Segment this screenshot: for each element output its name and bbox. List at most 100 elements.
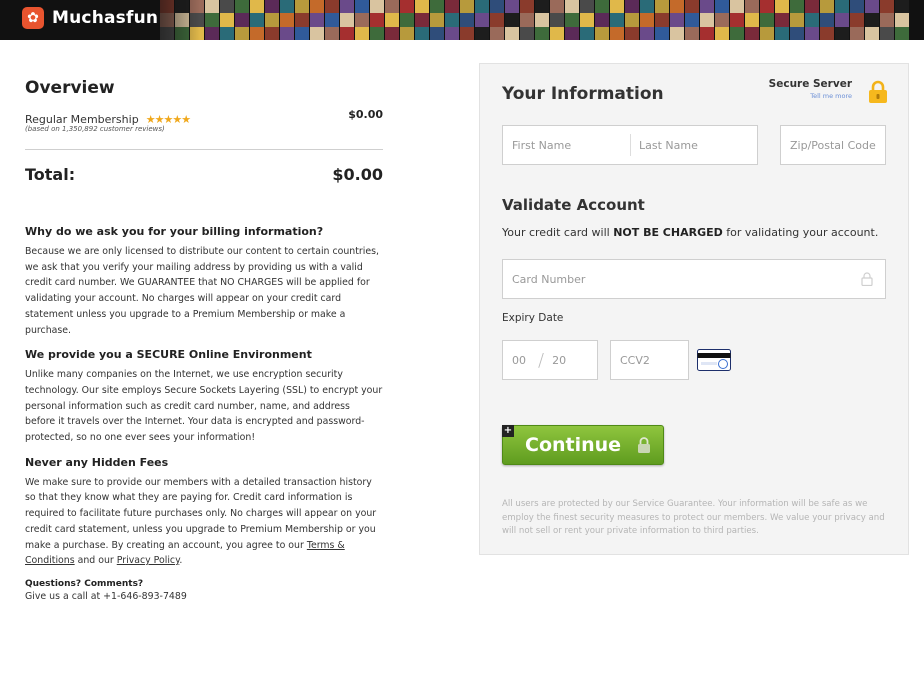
mosaic-thumbnail <box>850 0 864 14</box>
faq-secure-text: Unlike many companies on the Internet, w… <box>25 369 383 444</box>
mosaic-thumbnail <box>640 26 654 40</box>
overview-title: Overview <box>25 78 115 98</box>
mosaic-thumbnail <box>250 0 264 14</box>
secure-server-badge: Secure Server Tell me more <box>769 78 852 100</box>
contact-heading: Questions? Comments? <box>25 578 144 589</box>
mosaic-thumbnail <box>430 13 444 28</box>
mosaic-thumbnail <box>295 13 309 28</box>
continue-button[interactable]: + Continue <box>502 425 664 465</box>
mosaic-thumbnail <box>520 0 534 14</box>
mosaic-thumbnail <box>400 0 414 14</box>
last-name-input[interactable]: Last Name <box>639 139 698 152</box>
mosaic-thumbnail <box>895 26 909 40</box>
mosaic-thumbnail <box>565 0 579 14</box>
mosaic-thumbnail <box>550 26 564 40</box>
contact-phone: Give us a call at +1-646-893-7489 <box>25 590 187 602</box>
mosaic-thumbnail <box>205 26 219 40</box>
button-lock-icon <box>638 437 650 453</box>
mosaic-thumbnail <box>565 26 579 40</box>
mosaic-thumbnail <box>385 0 399 14</box>
mosaic-thumbnail <box>805 13 819 28</box>
faq-secure-heading: We provide you a SECURE Online Environme… <box>25 348 312 362</box>
card-number-input[interactable]: Card Number <box>502 259 886 299</box>
mosaic-thumbnail <box>295 0 309 14</box>
mosaic-thumbnail <box>490 26 504 40</box>
mosaic-thumbnail <box>715 0 729 14</box>
expiry-month-input[interactable]: 00 <box>512 354 538 367</box>
mosaic-thumbnail <box>745 26 759 40</box>
validate-note-pre: Your credit card will <box>502 226 610 239</box>
brand-logo[interactable]: ✿ Muchasfun <box>22 7 158 29</box>
mosaic-thumbnail <box>235 0 249 14</box>
mosaic-thumbnail <box>370 0 384 14</box>
total-value: $0.00 <box>332 165 383 184</box>
membership-line-item: Regular Membership ★★★★★ $0.00 <box>25 108 383 126</box>
mosaic-thumbnail <box>370 13 384 28</box>
mosaic-thumbnail <box>250 26 264 40</box>
membership-name: Regular Membership <box>25 113 139 126</box>
validate-account-title: Validate Account <box>502 196 645 214</box>
privacy-policy-link[interactable]: Privacy Policy <box>117 555 180 566</box>
mosaic-thumbnail <box>610 0 624 14</box>
mosaic-thumbnail <box>220 26 234 40</box>
mosaic-thumbnail <box>835 26 849 40</box>
mosaic-thumbnail <box>445 13 459 28</box>
mosaic-thumbnail <box>700 13 714 28</box>
mosaic-thumbnail <box>475 13 489 28</box>
mosaic-thumbnail <box>460 0 474 14</box>
faq-fees-heading: Never any Hidden Fees <box>25 455 169 469</box>
mosaic-thumbnail <box>880 26 894 40</box>
mosaic-thumbnail <box>220 13 234 28</box>
tell-me-more-link[interactable]: Tell me more <box>769 92 852 100</box>
mosaic-thumbnail <box>340 26 354 40</box>
mosaic-thumbnail <box>400 13 414 28</box>
mosaic-thumbnail <box>640 0 654 14</box>
billing-form-panel: Your Information Secure Server Tell me m… <box>479 63 909 555</box>
mosaic-thumbnail <box>325 0 339 14</box>
mosaic-thumbnail <box>820 13 834 28</box>
mosaic-thumbnail <box>880 13 894 28</box>
mosaic-thumbnail <box>340 0 354 14</box>
mosaic-thumbnail <box>460 13 474 28</box>
mosaic-thumbnail <box>640 13 654 28</box>
mosaic-thumbnail <box>880 0 894 14</box>
mosaic-thumbnail <box>400 26 414 40</box>
faq-fees-text: We make sure to provide our members with… <box>25 475 383 569</box>
mosaic-thumbnail <box>430 26 444 40</box>
mosaic-thumbnail <box>520 13 534 28</box>
mosaic-thumbnail <box>835 0 849 14</box>
mosaic-thumbnail <box>580 13 594 28</box>
mosaic-thumbnail <box>265 13 279 28</box>
expiry-date-label: Expiry Date <box>502 312 564 324</box>
mosaic-thumbnail <box>625 0 639 14</box>
mosaic-thumbnail <box>280 0 294 14</box>
mosaic-thumbnail <box>325 13 339 28</box>
mosaic-thumbnail <box>535 0 549 14</box>
ccv-input[interactable]: CCV2 <box>610 340 689 380</box>
first-name-input[interactable]: First Name <box>512 139 630 152</box>
mosaic-thumbnail <box>550 0 564 14</box>
mosaic-thumbnail <box>415 26 429 40</box>
mosaic-thumbnail <box>655 26 669 40</box>
mosaic-thumbnail <box>415 13 429 28</box>
mosaic-thumbnail <box>715 26 729 40</box>
mosaic-thumbnail <box>505 26 519 40</box>
mosaic-thumbnail <box>550 13 564 28</box>
mosaic-thumbnail <box>790 26 804 40</box>
mosaic-thumbnail <box>820 0 834 14</box>
mosaic-thumbnail <box>730 0 744 14</box>
expiry-year-input[interactable]: 20 <box>552 354 566 367</box>
membership-price: $0.00 <box>348 108 383 121</box>
expiry-date-input[interactable]: 00 / 20 <box>502 340 598 380</box>
mosaic-thumbnail <box>850 26 864 40</box>
mosaic-thumbnail <box>220 0 234 14</box>
mosaic-thumbnail <box>775 13 789 28</box>
validate-account-note: Your credit card will NOT BE CHARGED for… <box>502 226 878 239</box>
secure-server-label: Secure Server <box>768 78 852 90</box>
mosaic-thumbnail <box>790 0 804 14</box>
zip-code-input[interactable]: Zip/Postal Code <box>780 125 886 165</box>
mosaic-thumbnail <box>580 0 594 14</box>
mosaic-thumbnail <box>610 26 624 40</box>
mosaic-thumbnail <box>670 13 684 28</box>
mosaic-thumbnail <box>865 0 879 14</box>
